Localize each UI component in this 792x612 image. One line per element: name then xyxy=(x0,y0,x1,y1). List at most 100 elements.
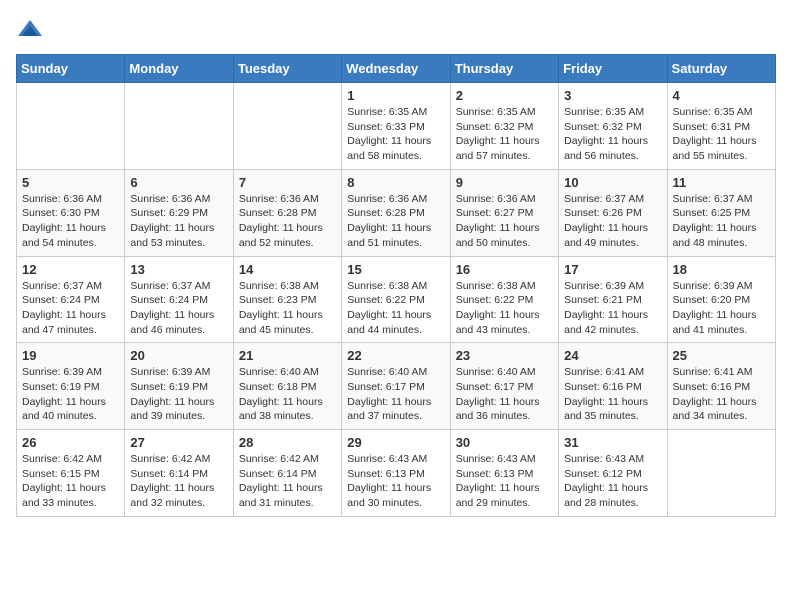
day-number: 8 xyxy=(347,175,444,190)
calendar-cell: 30Sunrise: 6:43 AMSunset: 6:13 PMDayligh… xyxy=(450,430,558,517)
cell-info: Daylight: 11 hours and 52 minutes. xyxy=(239,221,336,250)
cell-info: Sunrise: 6:39 AM xyxy=(673,279,770,294)
cell-info: Sunset: 6:23 PM xyxy=(239,293,336,308)
calendar-cell xyxy=(233,83,341,170)
cell-info: Daylight: 11 hours and 46 minutes. xyxy=(130,308,227,337)
cell-info: Sunset: 6:22 PM xyxy=(347,293,444,308)
page-header xyxy=(16,16,776,44)
cell-info: Sunrise: 6:36 AM xyxy=(456,192,553,207)
cell-info: Daylight: 11 hours and 40 minutes. xyxy=(22,395,119,424)
calendar-table: SundayMondayTuesdayWednesdayThursdayFrid… xyxy=(16,54,776,517)
weekday-header: Wednesday xyxy=(342,55,450,83)
cell-info: Sunrise: 6:42 AM xyxy=(239,452,336,467)
calendar-week-row: 26Sunrise: 6:42 AMSunset: 6:15 PMDayligh… xyxy=(17,430,776,517)
day-number: 19 xyxy=(22,348,119,363)
cell-info: Sunrise: 6:39 AM xyxy=(22,365,119,380)
cell-info: Sunset: 6:19 PM xyxy=(22,380,119,395)
cell-info: Daylight: 11 hours and 56 minutes. xyxy=(564,134,661,163)
cell-info: Sunset: 6:31 PM xyxy=(673,120,770,135)
calendar-cell: 5Sunrise: 6:36 AMSunset: 6:30 PMDaylight… xyxy=(17,169,125,256)
day-number: 21 xyxy=(239,348,336,363)
cell-info: Daylight: 11 hours and 29 minutes. xyxy=(456,481,553,510)
calendar-header-row: SundayMondayTuesdayWednesdayThursdayFrid… xyxy=(17,55,776,83)
calendar-cell: 24Sunrise: 6:41 AMSunset: 6:16 PMDayligh… xyxy=(559,343,667,430)
cell-info: Daylight: 11 hours and 45 minutes. xyxy=(239,308,336,337)
calendar-cell: 10Sunrise: 6:37 AMSunset: 6:26 PMDayligh… xyxy=(559,169,667,256)
cell-info: Daylight: 11 hours and 53 minutes. xyxy=(130,221,227,250)
cell-info: Sunset: 6:26 PM xyxy=(564,206,661,221)
calendar-cell: 28Sunrise: 6:42 AMSunset: 6:14 PMDayligh… xyxy=(233,430,341,517)
cell-info: Daylight: 11 hours and 30 minutes. xyxy=(347,481,444,510)
calendar-cell: 13Sunrise: 6:37 AMSunset: 6:24 PMDayligh… xyxy=(125,256,233,343)
cell-info: Sunrise: 6:39 AM xyxy=(130,365,227,380)
calendar-cell xyxy=(125,83,233,170)
day-number: 7 xyxy=(239,175,336,190)
cell-info: Sunset: 6:24 PM xyxy=(130,293,227,308)
calendar-cell: 6 Sunrise: 6:36 AMSunset: 6:29 PMDaylight… xyxy=(125,169,233,256)
cell-info: Sunset: 6:22 PM xyxy=(456,293,553,308)
cell-info: Daylight: 11 hours and 39 minutes. xyxy=(130,395,227,424)
cell-info: Sunrise: 6:38 AM xyxy=(239,279,336,294)
calendar-cell: 16Sunrise: 6:38 AMSunset: 6:22 PMDayligh… xyxy=(450,256,558,343)
cell-info: Daylight: 11 hours and 58 minutes. xyxy=(347,134,444,163)
day-number: 18 xyxy=(673,262,770,277)
weekday-header: Friday xyxy=(559,55,667,83)
weekday-header: Saturday xyxy=(667,55,775,83)
cell-info: Sunrise: 6:37 AM xyxy=(22,279,119,294)
day-number: 14 xyxy=(239,262,336,277)
cell-info: Sunrise: 6:36 AM xyxy=(130,192,227,207)
cell-info: Daylight: 11 hours and 55 minutes. xyxy=(673,134,770,163)
cell-info: Sunset: 6:14 PM xyxy=(239,467,336,482)
day-number: 11 xyxy=(673,175,770,190)
cell-info: Sunset: 6:17 PM xyxy=(347,380,444,395)
cell-info: Daylight: 11 hours and 48 minutes. xyxy=(673,221,770,250)
weekday-header: Tuesday xyxy=(233,55,341,83)
day-number: 23 xyxy=(456,348,553,363)
cell-info: Daylight: 11 hours and 41 minutes. xyxy=(673,308,770,337)
cell-info: Daylight: 11 hours and 34 minutes. xyxy=(673,395,770,424)
calendar-cell: 20Sunrise: 6:39 AMSunset: 6:19 PMDayligh… xyxy=(125,343,233,430)
calendar-cell: 3Sunrise: 6:35 AMSunset: 6:32 PMDaylight… xyxy=(559,83,667,170)
day-number: 22 xyxy=(347,348,444,363)
day-number: 5 xyxy=(22,175,119,190)
cell-info: Sunset: 6:28 PM xyxy=(347,206,444,221)
cell-info: Sunset: 6:30 PM xyxy=(22,206,119,221)
calendar-cell: 18Sunrise: 6:39 AMSunset: 6:20 PMDayligh… xyxy=(667,256,775,343)
cell-info: Sunset: 6:24 PM xyxy=(22,293,119,308)
calendar-cell: 26Sunrise: 6:42 AMSunset: 6:15 PMDayligh… xyxy=(17,430,125,517)
calendar-week-row: 5Sunrise: 6:36 AMSunset: 6:30 PMDaylight… xyxy=(17,169,776,256)
day-number: 13 xyxy=(130,262,227,277)
cell-info: Daylight: 11 hours and 37 minutes. xyxy=(347,395,444,424)
cell-info: Sunset: 6:27 PM xyxy=(456,206,553,221)
day-number: 6 xyxy=(130,175,227,190)
cell-info: Daylight: 11 hours and 44 minutes. xyxy=(347,308,444,337)
cell-info: Sunrise: 6:35 AM xyxy=(673,105,770,120)
calendar-cell xyxy=(667,430,775,517)
cell-info: Daylight: 11 hours and 35 minutes. xyxy=(564,395,661,424)
cell-info: Sunset: 6:15 PM xyxy=(22,467,119,482)
calendar-cell: 11Sunrise: 6:37 AMSunset: 6:25 PMDayligh… xyxy=(667,169,775,256)
cell-info: Sunrise: 6:40 AM xyxy=(239,365,336,380)
cell-info: Sunrise: 6:40 AM xyxy=(347,365,444,380)
cell-info: Daylight: 11 hours and 38 minutes. xyxy=(239,395,336,424)
calendar-cell: 22 Sunrise: 6:40 AMSunset: 6:17 PMDayligh… xyxy=(342,343,450,430)
cell-info: Sunrise: 6:36 AM xyxy=(22,192,119,207)
cell-info: Sunset: 6:14 PM xyxy=(130,467,227,482)
cell-info: Daylight: 11 hours and 49 minutes. xyxy=(564,221,661,250)
calendar-cell: 25Sunrise: 6:41 AMSunset: 6:16 PMDayligh… xyxy=(667,343,775,430)
cell-info: Sunset: 6:29 PM xyxy=(130,206,227,221)
calendar-cell: 9Sunrise: 6:36 AMSunset: 6:27 PMDaylight… xyxy=(450,169,558,256)
logo-icon xyxy=(16,16,44,44)
calendar-week-row: 1Sunrise: 6:35 AMSunset: 6:33 PMDaylight… xyxy=(17,83,776,170)
cell-info: Sunset: 6:17 PM xyxy=(456,380,553,395)
calendar-cell xyxy=(17,83,125,170)
cell-info: Sunrise: 6:43 AM xyxy=(456,452,553,467)
weekday-header: Sunday xyxy=(17,55,125,83)
cell-info: Daylight: 11 hours and 43 minutes. xyxy=(456,308,553,337)
day-number: 24 xyxy=(564,348,661,363)
day-number: 20 xyxy=(130,348,227,363)
cell-info: Sunrise: 6:35 AM xyxy=(456,105,553,120)
calendar-cell: 21Sunrise: 6:40 AMSunset: 6:18 PMDayligh… xyxy=(233,343,341,430)
cell-info: Sunrise: 6:35 AM xyxy=(564,105,661,120)
cell-info: Sunrise: 6:40 AM xyxy=(456,365,553,380)
